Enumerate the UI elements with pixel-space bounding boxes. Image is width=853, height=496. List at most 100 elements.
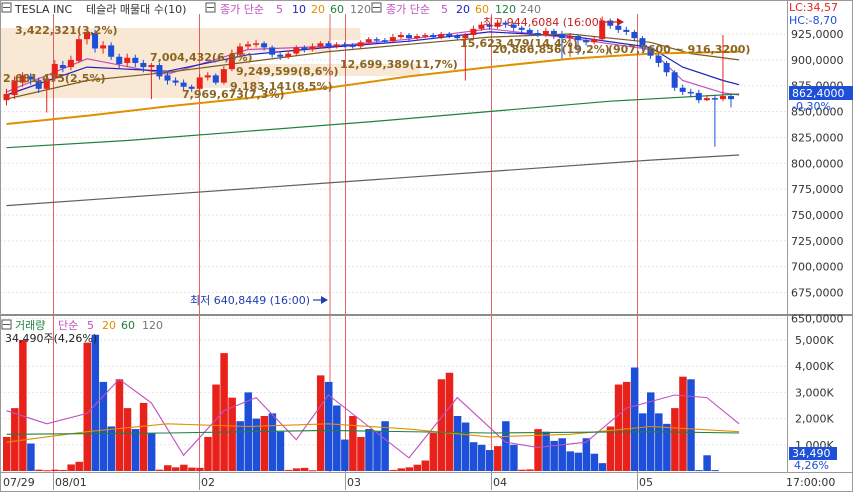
volume-ma-120: 120 bbox=[142, 319, 163, 332]
candle-body bbox=[728, 96, 734, 100]
candle-body bbox=[132, 57, 139, 63]
volume-bar bbox=[582, 438, 591, 471]
candle-body bbox=[414, 36, 421, 39]
time-axis-ticks bbox=[53, 472, 638, 490]
volume-bar bbox=[373, 431, 381, 471]
profile-label: 3,422,321(3,2%) bbox=[15, 24, 118, 37]
profile-label: 2,681,475(2,5%) bbox=[3, 72, 106, 85]
volume-bar bbox=[679, 376, 687, 471]
candle-body bbox=[631, 31, 638, 39]
volume-title[interactable]: 거래량 bbox=[15, 319, 45, 332]
volume-bar bbox=[276, 431, 285, 471]
volume-bar bbox=[83, 342, 91, 471]
ma-legend-10: 10 bbox=[292, 3, 306, 16]
chart-canvas[interactable]: TESLA INC 테슬라 매물대 수(10) 종가 단순 5 10 20 60… bbox=[0, 0, 853, 492]
volume-bar bbox=[598, 463, 607, 471]
volume-bar bbox=[429, 433, 438, 471]
candle-body bbox=[333, 44, 340, 47]
volume-bar bbox=[558, 438, 566, 471]
candle-body bbox=[341, 44, 348, 46]
price-axis[interactable]: 925,0000900,0000875,0000850,0000825,0000… bbox=[791, 28, 844, 325]
profile-label: 9,249,599(8,6%) bbox=[236, 65, 339, 78]
price-tick-label: 750,0000 bbox=[791, 209, 844, 222]
candle-body bbox=[164, 75, 171, 81]
ma2-legend-label[interactable]: 종가 단순 bbox=[386, 3, 430, 16]
candle-body bbox=[583, 40, 590, 43]
candle-body bbox=[470, 28, 477, 36]
volume-bar bbox=[204, 436, 212, 471]
volume-bar bbox=[308, 470, 317, 472]
profile-label: 20,886,856(19,2%) bbox=[492, 43, 610, 56]
volume-bar bbox=[236, 421, 244, 471]
candle bbox=[671, 70, 678, 91]
candle-body bbox=[349, 45, 356, 47]
volume-bar bbox=[292, 468, 301, 471]
candle-body bbox=[116, 56, 123, 64]
volume-bar bbox=[19, 340, 27, 471]
ma2-legend-120: 120 bbox=[495, 3, 516, 16]
candle-body bbox=[703, 98, 710, 101]
volume-bar bbox=[687, 379, 695, 471]
candle-body bbox=[679, 87, 686, 92]
price-tick-label: 675,0000 bbox=[791, 287, 844, 300]
candle-body bbox=[373, 39, 380, 41]
price-tick-label: 800,0000 bbox=[791, 157, 844, 170]
current-change: -0,30% bbox=[792, 100, 831, 113]
time-label: 05 bbox=[639, 476, 653, 489]
volume-bar bbox=[477, 444, 486, 471]
volume-ma-label[interactable]: 단순 bbox=[58, 319, 78, 332]
volume-tick-label: 3,000K bbox=[795, 386, 834, 399]
volume-tick-label: 5,000K bbox=[795, 334, 834, 347]
volume-bar bbox=[671, 408, 679, 471]
volume-bar bbox=[357, 436, 365, 471]
current-volume-label: 34,490주(4,26%) bbox=[5, 332, 97, 345]
volume-bar bbox=[333, 405, 341, 471]
time-axis[interactable]: 07/29 08/01 02 03 04 05 17:00:00 bbox=[3, 476, 835, 489]
candle-body bbox=[381, 40, 388, 42]
low-marker-label: 최저 640,8449 (16:00) bbox=[190, 294, 310, 307]
ma-legend-5: 5 bbox=[276, 3, 283, 16]
candle-body bbox=[317, 43, 324, 47]
volume-bar bbox=[99, 381, 108, 471]
candle-body bbox=[550, 30, 557, 34]
candle-body bbox=[671, 72, 678, 88]
volume-bar bbox=[155, 469, 164, 471]
volume-bar bbox=[638, 413, 647, 471]
symbol-name: TESLA INC bbox=[14, 3, 73, 16]
volume-ma-20: 20 bbox=[102, 319, 116, 332]
candle-body bbox=[75, 39, 82, 61]
candle-body bbox=[430, 35, 437, 38]
candle-body bbox=[719, 96, 726, 100]
candle-body bbox=[285, 53, 292, 57]
indicator-title[interactable]: 테슬라 매물대 수(10) bbox=[86, 3, 186, 16]
time-label: 02 bbox=[201, 476, 215, 489]
candle-body bbox=[204, 75, 211, 78]
volume-bar bbox=[172, 467, 180, 471]
candle-body bbox=[526, 29, 533, 33]
time-label: 03 bbox=[347, 476, 361, 489]
volume-bar bbox=[486, 450, 494, 471]
volume-bar bbox=[518, 469, 526, 471]
volume-bar bbox=[300, 467, 309, 471]
volume-bar bbox=[316, 375, 325, 471]
price-tick-label: 825,0000 bbox=[791, 131, 844, 144]
volume-axis[interactable]: 5,000K4,000K3,000K2,000K1,000K bbox=[795, 334, 834, 452]
volume-bar bbox=[566, 451, 574, 471]
ma-legend-120: 120 bbox=[350, 3, 371, 16]
candle-body bbox=[591, 39, 598, 43]
volume-bar bbox=[703, 455, 711, 471]
candle-body bbox=[3, 93, 10, 101]
candle-body bbox=[245, 44, 251, 47]
volume-bar bbox=[461, 422, 470, 471]
ma-legend-label[interactable]: 종가 단순 bbox=[220, 3, 264, 16]
volume-bar bbox=[365, 429, 373, 471]
volume-bar bbox=[147, 433, 156, 471]
volume-bar bbox=[413, 464, 422, 471]
ma2-legend-20: 20 bbox=[456, 3, 470, 16]
profile-band bbox=[0, 88, 200, 98]
volume-bar bbox=[131, 429, 140, 471]
candle-body bbox=[148, 65, 155, 68]
volume-bar bbox=[67, 464, 75, 471]
volume-bar bbox=[630, 367, 639, 471]
volume-bar bbox=[655, 413, 663, 471]
